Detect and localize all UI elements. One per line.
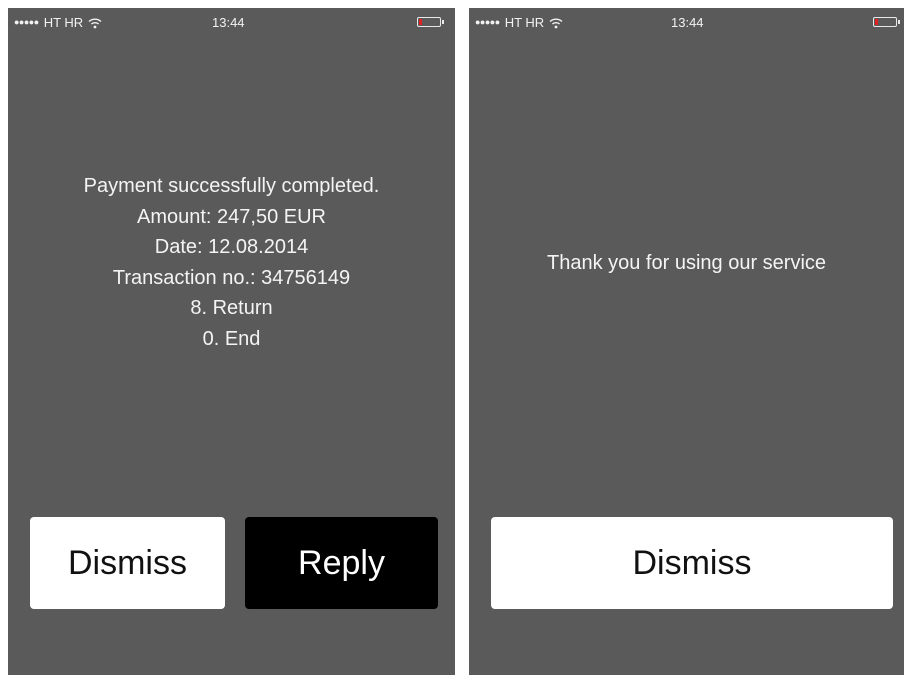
status-time: 13:44: [671, 15, 704, 30]
status-left: ●●●●● HT HR: [14, 15, 102, 30]
wifi-icon: [88, 17, 102, 29]
message-line-status: Payment successfully completed.: [83, 175, 380, 197]
carrier-name: HT HR: [504, 15, 545, 30]
status-left: ●●●●● HT HR: [475, 15, 563, 30]
battery-low-icon: [417, 17, 444, 27]
ussd-message: Thank you for using our service: [469, 248, 904, 279]
carrier-name: HT HR: [43, 15, 84, 30]
dismiss-button[interactable]: Dismiss: [491, 517, 893, 609]
reply-button[interactable]: Reply: [245, 517, 438, 609]
message-line-end-option: 0. End: [202, 327, 261, 350]
status-bar: ●●●●● HT HR 13:44: [8, 8, 455, 36]
phone-screen-payment-result: ●●●●● HT HR 13:44 Payment successfully c…: [8, 8, 455, 675]
ussd-message: Payment successfully completed. Amount: …: [8, 171, 455, 354]
status-time: 13:44: [212, 15, 245, 30]
message-line-date: Date: 12.08.2014: [154, 236, 309, 258]
dismiss-button[interactable]: Dismiss: [30, 517, 225, 609]
signal-strength-icon: ●●●●●: [14, 17, 39, 27]
message-line-thank-you: Thank you for using our service: [546, 252, 827, 274]
message-line-transaction: Transaction no.: 34756149: [112, 266, 351, 289]
battery-low-icon: [873, 17, 900, 27]
message-line-amount: Amount: 247,50 EUR: [137, 205, 326, 228]
phone-screen-thank-you: ●●●●● HT HR 13:44 Thank you for using ou…: [469, 8, 904, 675]
message-line-return-option: 8. Return: [190, 297, 273, 319]
signal-strength-icon: ●●●●●: [475, 17, 500, 27]
status-bar: ●●●●● HT HR 13:44: [469, 8, 904, 36]
wifi-icon: [549, 17, 563, 29]
